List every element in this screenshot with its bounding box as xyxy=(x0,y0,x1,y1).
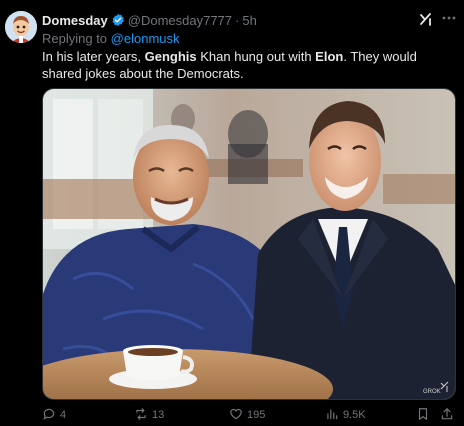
reply-count: 4 xyxy=(60,409,67,421)
views-icon xyxy=(325,407,339,424)
repost-button[interactable]: 13 xyxy=(134,407,164,423)
timestamp[interactable]: 5h xyxy=(242,13,256,28)
like-count: 195 xyxy=(247,409,266,421)
repost-count: 13 xyxy=(152,409,165,421)
like-button[interactable]: 195 xyxy=(229,407,265,423)
reply-button[interactable]: 4 xyxy=(42,407,66,423)
bookmark-button[interactable] xyxy=(416,407,430,423)
tweet-actions: 4 13 195 9.5K xyxy=(42,407,456,423)
tweet-text-part: Khan hung out with xyxy=(196,49,316,64)
author-name[interactable]: Domesday xyxy=(42,13,108,28)
tweet-image[interactable]: GROK xyxy=(42,88,456,400)
views-button[interactable]: 9.5K xyxy=(325,407,366,423)
share-icon xyxy=(440,407,454,424)
verified-badge-icon xyxy=(111,13,125,27)
repost-icon xyxy=(134,407,148,424)
avatar[interactable] xyxy=(5,11,37,43)
share-button[interactable] xyxy=(440,407,454,423)
views-count: 9.5K xyxy=(343,409,366,421)
reply-icon xyxy=(42,407,56,424)
like-icon xyxy=(229,407,243,424)
replying-to-label: Replying to xyxy=(42,31,108,46)
replying-to: Replying to @elonmusk xyxy=(42,31,180,46)
tweet-text-part: In his later years, xyxy=(42,49,145,64)
bookmark-icon xyxy=(416,407,430,424)
grok-watermark: GROK xyxy=(423,389,441,395)
tweet-bold-genghis: Genghis xyxy=(144,49,197,64)
tweet-header: Domesday @Domesday7777 · 5h xyxy=(42,11,464,29)
grok-icon[interactable] xyxy=(418,11,434,27)
reply-mention-link[interactable]: @elonmusk xyxy=(111,31,180,46)
tweet-bold-elon: Elon xyxy=(315,49,344,64)
tweet[interactable]: Domesday @Domesday7777 · 5h Replying to … xyxy=(0,0,464,426)
author-handle[interactable]: @Domesday7777 xyxy=(128,13,232,28)
separator-dot: · xyxy=(235,12,240,28)
tweet-text: In his later years, Genghis Khan hung ou… xyxy=(42,48,447,82)
more-dots-icon[interactable] xyxy=(440,9,458,27)
